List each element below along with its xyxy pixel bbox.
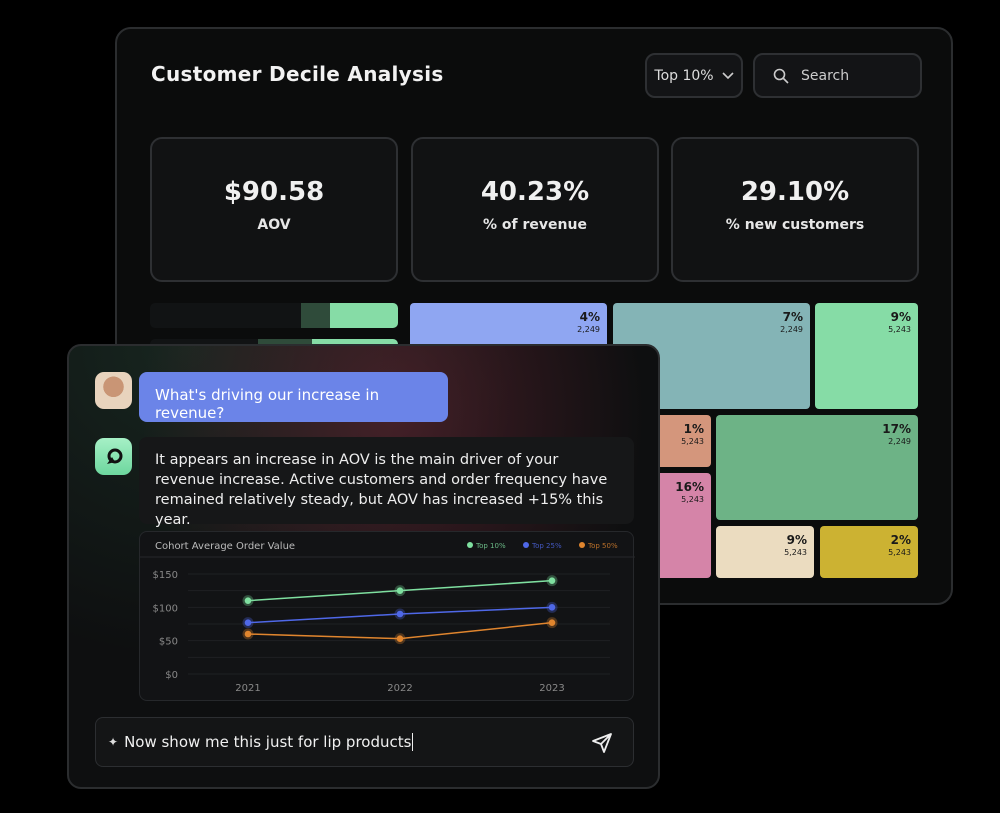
decile-bar [150, 303, 398, 328]
treemap-tile[interactable]: 9% 5,243 [815, 303, 918, 409]
kpi-value: 40.23% [480, 177, 590, 207]
x-tick-label: 2022 [387, 683, 412, 694]
tile-percent: 9% [786, 533, 807, 547]
data-point [396, 635, 404, 642]
send-icon[interactable] [591, 732, 613, 754]
legend-dot [523, 542, 529, 548]
line-chart: Cohort Average Order Value Top 10% Top 25%… [140, 541, 635, 694]
legend-label: Top 50% [587, 542, 618, 550]
chart-title: Cohort Average Order Value [155, 541, 295, 552]
data-point [548, 577, 556, 584]
decile-filter-dropdown[interactable]: Top 10% [645, 53, 743, 98]
kpi-label: % new customers [725, 217, 865, 233]
treemap-tile[interactable]: 9% 5,243 [716, 526, 814, 578]
assistant-avatar [95, 438, 132, 475]
chat-input-value: Now show me this just for lip products [124, 733, 412, 751]
tile-percent: 7% [782, 310, 803, 324]
kpi-label: AOV [257, 217, 291, 233]
chat-panel: What's driving our increase in revenue? … [67, 344, 660, 789]
data-point [396, 587, 404, 594]
legend-label: Top 25% [531, 542, 562, 550]
filter-value: Top 10% [654, 67, 714, 84]
y-tick-label: $0 [165, 670, 178, 681]
tile-count: 5,243 [888, 325, 911, 334]
aov-chart-card: Cohort Average Order Value Top 10% Top 25%… [139, 531, 635, 701]
legend-dot [467, 542, 473, 548]
kpi-card-aov: $90.58 AOV [150, 137, 398, 282]
y-tick-label: $150 [153, 570, 178, 581]
data-point [244, 597, 252, 604]
tile-percent: 9% [890, 310, 911, 324]
tile-percent: 2% [890, 533, 911, 547]
assistant-message: It appears an increase in AOV is the mai… [139, 437, 634, 528]
kpi-card-new-customers: 29.10% % new customers [671, 137, 919, 282]
tile-count: 2,249 [888, 437, 911, 446]
chat-input[interactable]: ✦ Now show me this just for lip products [95, 717, 634, 767]
data-point [244, 630, 252, 638]
data-point [244, 619, 252, 626]
search-placeholder: Search [801, 67, 850, 84]
data-point [548, 604, 556, 611]
data-point [548, 619, 556, 626]
kpi-value: 29.10% [740, 177, 850, 207]
y-tick-label: $100 [153, 603, 178, 614]
legend-label: Top 10% [475, 542, 506, 550]
kpi-card-revenue: 40.23% % of revenue [411, 137, 659, 282]
x-tick-label: 2023 [539, 683, 564, 694]
tile-count: 2,249 [780, 325, 803, 334]
tile-count: 5,243 [784, 548, 807, 557]
tile-percent: 4% [579, 310, 600, 324]
user-avatar [95, 372, 132, 409]
tile-percent: 17% [882, 422, 911, 436]
user-message: What's driving our increase in revenue? [139, 372, 448, 422]
kpi-label: % of revenue [483, 217, 587, 233]
tile-count: 2,249 [577, 325, 600, 334]
y-tick-label: $50 [159, 637, 178, 648]
chevron-down-icon [722, 71, 734, 79]
legend-dot [579, 542, 585, 548]
treemap-tile[interactable]: 17% 2,249 [716, 415, 918, 520]
sparkle-icon: ✦ [108, 735, 119, 749]
search-input[interactable]: Search [753, 53, 922, 98]
page-title: Customer Decile Analysis [151, 62, 444, 86]
x-tick-label: 2021 [235, 683, 260, 694]
data-point [396, 610, 404, 618]
assistant-logo-icon [106, 448, 122, 464]
treemap-tile[interactable]: 2% 5,243 [820, 526, 918, 578]
search-icon [773, 68, 789, 84]
tile-count: 5,243 [888, 548, 911, 557]
kpi-value: $90.58 [223, 177, 325, 207]
